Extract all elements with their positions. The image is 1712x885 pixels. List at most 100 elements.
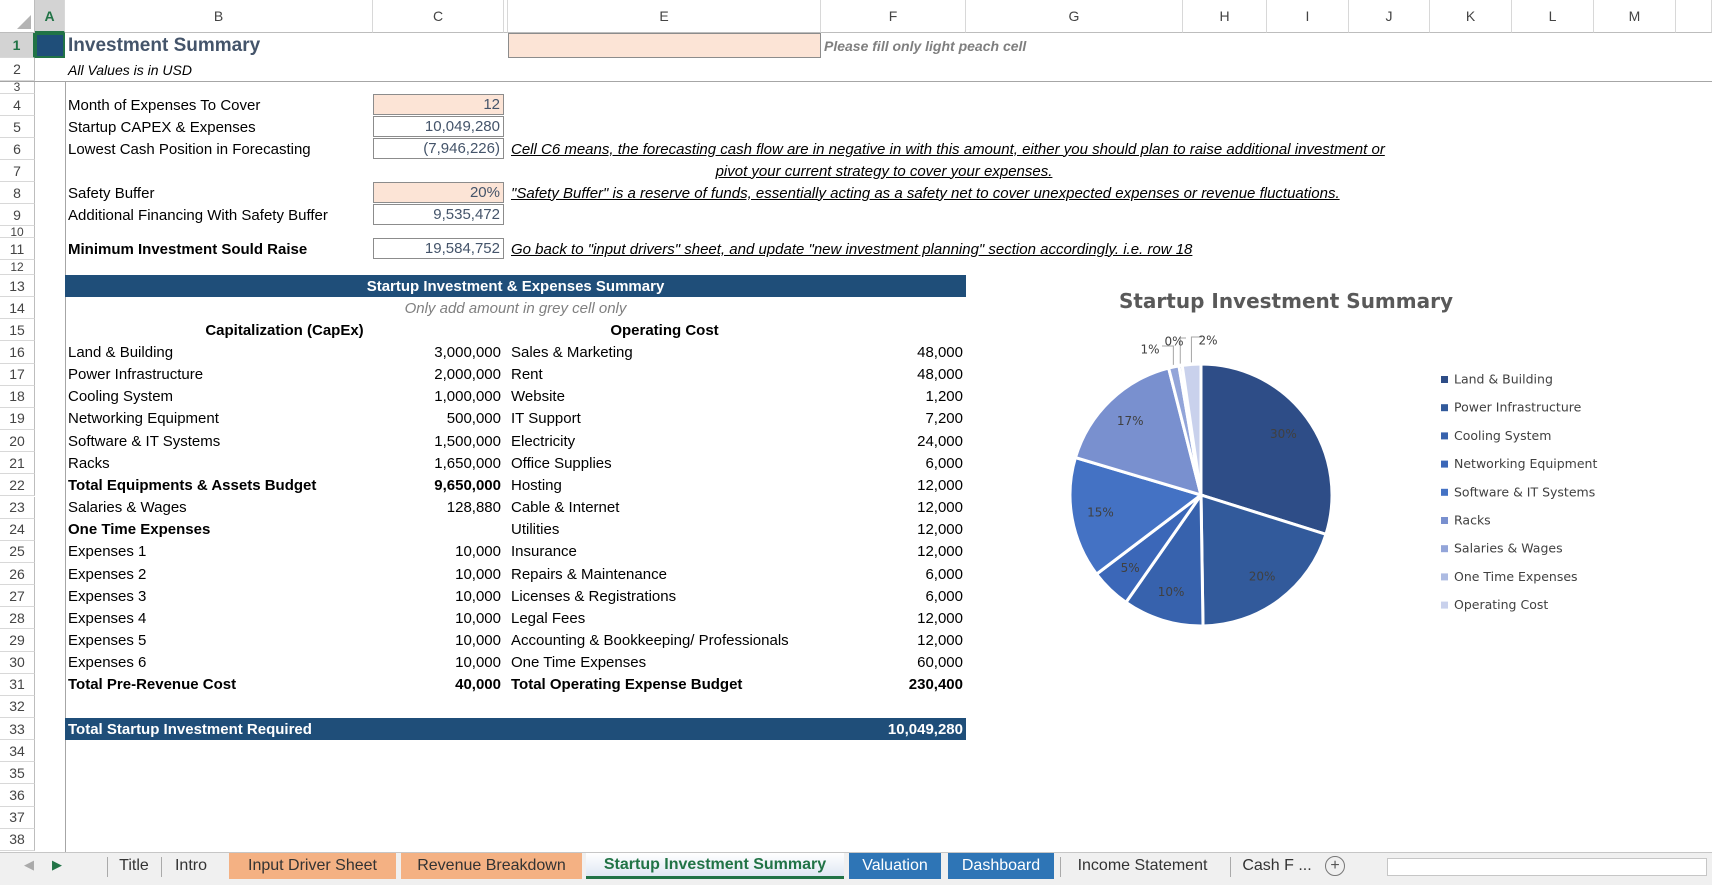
row-header[interactable]: 15 [0, 319, 35, 342]
sheet-tab[interactable]: Intro [164, 853, 218, 879]
row-header[interactable]: 29 [0, 629, 35, 652]
capex-value[interactable]: 10,000 [373, 607, 504, 629]
sheet-tab[interactable]: Startup Investment Summary [586, 853, 844, 879]
row-header[interactable]: 27 [0, 585, 35, 608]
capex-value[interactable]: 10,000 [373, 563, 504, 585]
row-header[interactable]: 26 [0, 562, 35, 586]
capex-value[interactable]: 1,000,000 [373, 386, 504, 408]
row-header[interactable]: 11 [0, 238, 35, 260]
column-header[interactable]: G [966, 0, 1183, 33]
capex-value[interactable]: 1,500,000 [373, 430, 504, 452]
opex-value[interactable]: 12,000 [821, 474, 966, 496]
opex-value[interactable]: 12,000 [821, 607, 966, 629]
opex-value[interactable]: 6,000 [821, 452, 966, 474]
column-header[interactable]: F [821, 0, 966, 33]
row-header[interactable]: 17 [0, 363, 35, 386]
column-header[interactable]: H [1183, 0, 1267, 33]
row-header[interactable]: 19 [0, 407, 35, 431]
sheet-tab[interactable]: Input Driver Sheet [229, 853, 396, 879]
select-all-corner[interactable] [0, 0, 35, 33]
opex-value[interactable]: 6,000 [821, 563, 966, 585]
add-sheet-button[interactable]: + [1325, 856, 1345, 876]
opex-value[interactable]: 12,000 [821, 541, 966, 563]
opex-value[interactable]: 12,000 [821, 519, 966, 541]
horizontal-scrollbar[interactable] [1387, 858, 1707, 876]
row-header[interactable]: 35 [0, 762, 35, 785]
row-header[interactable]: 5 [0, 116, 35, 138]
column-header[interactable]: E [508, 0, 821, 33]
row-header[interactable]: 4 [0, 94, 35, 116]
row-header[interactable]: 36 [0, 784, 35, 807]
sheet-tab[interactable]: Valuation [849, 853, 941, 879]
row-header[interactable]: 7 [0, 160, 35, 182]
capex-value[interactable]: 1,650,000 [373, 452, 504, 474]
capex-value[interactable]: 10,000 [373, 629, 504, 651]
tab-scroll-left-icon[interactable]: ◀ [24, 857, 34, 873]
row-header[interactable]: 21 [0, 452, 35, 475]
row-header[interactable]: 13 [0, 275, 35, 298]
tab-separator [161, 857, 162, 877]
input-value[interactable]: 20% [373, 182, 504, 203]
column-header[interactable]: C [373, 0, 504, 33]
sheet-tab[interactable]: Cash F ... [1233, 853, 1321, 879]
column-header[interactable]: B [65, 0, 373, 33]
row-header[interactable]: 18 [0, 385, 35, 408]
opex-value[interactable]: 12,000 [821, 629, 966, 651]
selected-cell-a1[interactable] [35, 33, 65, 58]
row-header[interactable]: 12 [0, 260, 35, 275]
column-header[interactable]: I [1267, 0, 1349, 33]
opex-value[interactable]: 7,200 [821, 408, 966, 430]
row-header[interactable]: 10 [0, 226, 35, 238]
row-header[interactable]: 30 [0, 651, 35, 674]
capex-value[interactable]: 10,000 [373, 652, 504, 674]
capex-value[interactable]: 10,000 [373, 541, 504, 563]
row-header[interactable]: 32 [0, 695, 35, 718]
row-header[interactable]: 8 [0, 182, 35, 204]
opex-value[interactable]: 6,000 [821, 585, 966, 607]
row-header[interactable]: 25 [0, 540, 35, 563]
row-header[interactable]: 1 [0, 33, 35, 58]
sheet-tab[interactable]: Title [110, 853, 158, 879]
row-header[interactable]: 14 [0, 297, 35, 320]
capex-value[interactable]: 2,000,000 [373, 364, 504, 386]
row-header[interactable]: 24 [0, 518, 35, 541]
row-header[interactable]: 6 [0, 138, 35, 160]
input-cell-e1[interactable] [508, 33, 821, 58]
capex-value[interactable]: 3,000,000 [373, 341, 504, 363]
input-value[interactable]: 12 [373, 94, 504, 115]
opex-value[interactable]: 48,000 [821, 341, 966, 363]
row-header[interactable]: 16 [0, 341, 35, 364]
capex-value[interactable]: 128,880 [373, 497, 504, 519]
row-header[interactable]: 33 [0, 718, 35, 741]
opex-value[interactable]: 12,000 [821, 497, 966, 519]
row-header[interactable]: 28 [0, 607, 35, 630]
opex-value[interactable]: 1,200 [821, 386, 966, 408]
sheet-tab[interactable]: Dashboard [948, 853, 1054, 879]
column-header[interactable] [1676, 0, 1712, 33]
sheet-tab[interactable]: Income Statement [1063, 853, 1222, 879]
column-header[interactable]: M [1594, 0, 1676, 33]
row-header[interactable]: 31 [0, 673, 35, 696]
column-header[interactable]: L [1512, 0, 1594, 33]
row-header[interactable]: 22 [0, 474, 35, 497]
column-header[interactable]: A [35, 0, 65, 33]
sheet-tab[interactable]: Revenue Breakdown [401, 853, 582, 879]
row-header[interactable]: 23 [0, 496, 35, 519]
row-header[interactable]: 20 [0, 430, 35, 453]
opex-value[interactable]: 60,000 [821, 652, 966, 674]
tab-scroll-right-icon[interactable]: ▶ [52, 857, 62, 873]
opex-value[interactable]: 24,000 [821, 430, 966, 452]
column-header[interactable]: J [1349, 0, 1430, 33]
opex-value[interactable]: 48,000 [821, 364, 966, 386]
opex-label: Electricity [511, 432, 576, 450]
capex-value [373, 519, 504, 541]
row-header[interactable]: 34 [0, 740, 35, 763]
column-header[interactable]: K [1430, 0, 1512, 33]
row-header[interactable]: 38 [0, 828, 35, 851]
row-header[interactable]: 9 [0, 204, 35, 226]
row-header[interactable]: 2 [0, 58, 35, 81]
capex-value[interactable]: 500,000 [373, 408, 504, 430]
row-header[interactable]: 3 [0, 81, 35, 94]
row-header[interactable]: 37 [0, 806, 35, 829]
capex-value[interactable]: 10,000 [373, 585, 504, 607]
